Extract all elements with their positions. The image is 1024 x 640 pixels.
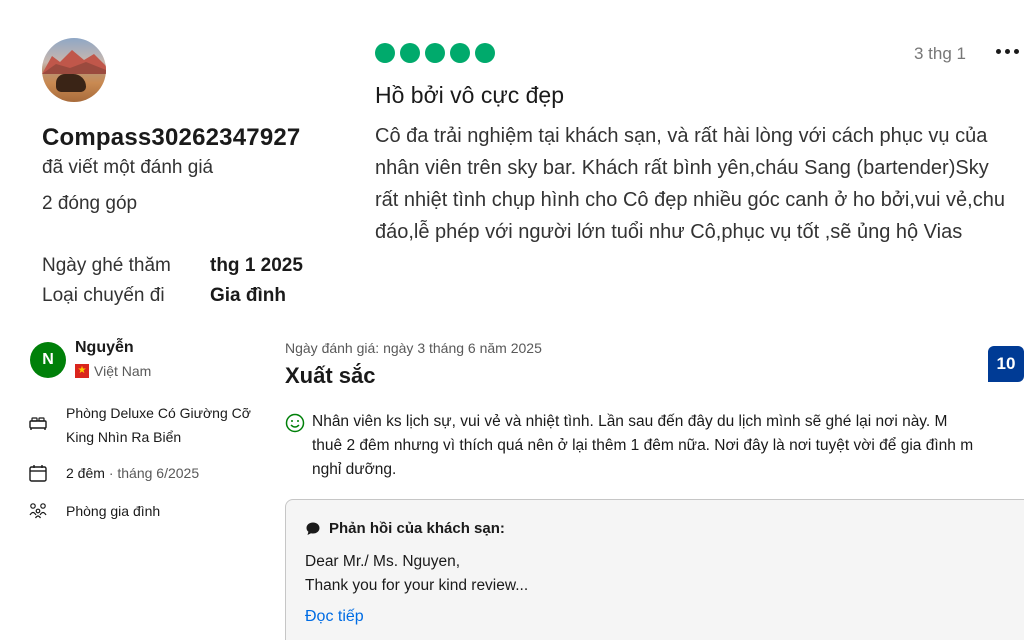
hotel-reply-heading-text: Phản hồi của khách sạn:	[329, 520, 505, 537]
room-type-row: Phòng Deluxe Có Giường Cỡ King Nhìn Ra B…	[28, 401, 276, 449]
reviewer-username[interactable]: Compass30262347927	[42, 124, 300, 152]
rating-bubble-icon	[425, 43, 445, 63]
guest-avatar: N	[30, 342, 66, 378]
score-badge: 10	[988, 346, 1024, 382]
visit-date-row: Ngày ghé thăm thg 1 2025	[42, 255, 303, 277]
visit-date-value: thg 1 2025	[210, 255, 303, 276]
review-date: 3 thg 1	[914, 44, 966, 63]
review-date-label: Ngày đánh giá: ngày 3 tháng 6 năm 2025	[285, 340, 542, 356]
stay-month: · tháng 6/2025	[108, 465, 200, 481]
review-title: Hồ bởi vô cực đẹp	[375, 82, 565, 108]
trip-type-value: Gia đình	[210, 285, 286, 306]
nights-count: 2 đêm	[66, 465, 105, 481]
read-more-link[interactable]: Đọc tiếp	[305, 608, 364, 626]
rating-bubbles	[375, 43, 495, 63]
visit-date-label: Ngày ghé thăm	[42, 255, 171, 276]
trip-type-label: Loại chuyến đi	[42, 285, 165, 306]
avatar-mountain-image	[42, 50, 106, 74]
guest-name: Nguyễn	[75, 339, 134, 356]
review-body: Cô đa trải nghiệm tại khách sạn, và rất …	[375, 125, 1005, 243]
bed-icon	[29, 417, 47, 430]
room-type-text: Phòng Deluxe Có Giường Cỡ King Nhìn Ra B…	[66, 405, 251, 445]
traveler-type-row: Phòng gia đình	[28, 499, 160, 523]
smile-icon	[285, 413, 305, 433]
traveler-type-text: Phòng gia đình	[66, 503, 161, 519]
positive-comment-line: Nhân viên ks lịch sự, vui vẻ và nhiệt tì…	[312, 413, 948, 430]
review-headline: Xuất sắc	[285, 363, 376, 388]
positive-comment: Nhân viên ks lịch sự, vui vẻ và nhiệt tì…	[312, 410, 1024, 482]
guest-country: Việt Nam	[94, 363, 152, 379]
trip-type-row: Loại chuyến đi Gia đình	[42, 285, 286, 307]
contributions-count: 2 đóng góp	[42, 193, 138, 214]
reply-greeting: Dear Mr./ Ms. Nguyen,	[305, 553, 461, 570]
rating-bubble-icon	[475, 43, 495, 63]
wrote-review-label: đã viết một đánh giá	[42, 157, 214, 178]
speech-bubble-icon	[306, 522, 320, 535]
rating-bubble-icon	[375, 43, 395, 63]
user-avatar[interactable]	[42, 38, 106, 102]
family-icon	[29, 503, 47, 519]
vietnam-flag-icon: ★	[75, 364, 89, 378]
calendar-icon	[29, 465, 47, 482]
positive-comment-line: thuê 2 đêm nhưng vì thích quá nên ở lại …	[312, 437, 974, 454]
avatar-bison-image	[56, 74, 86, 92]
reply-text: Thank you for your kind review...	[305, 577, 529, 594]
stay-duration-row: 2 đêm · tháng 6/2025	[28, 461, 199, 485]
rating-bubble-icon	[400, 43, 420, 63]
rating-bubble-icon	[450, 43, 470, 63]
hotel-reply-heading: Phản hồi của khách sạn:	[305, 520, 505, 537]
tripadvisor-review-card: Compass30262347927 đã viết một đánh giá …	[0, 0, 1024, 320]
positive-comment-line: nghỉ dưỡng.	[312, 461, 397, 478]
more-options-icon[interactable]	[996, 49, 1024, 57]
